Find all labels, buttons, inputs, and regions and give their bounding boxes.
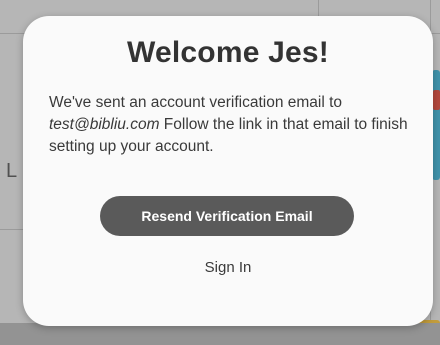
message-prefix: We've sent an account verification email… [49, 94, 343, 111]
sign-in-link[interactable]: Sign In [23, 259, 433, 276]
dialog-title: Welcome Jes! [127, 36, 329, 69]
email-address: test@bibliu.com [49, 116, 160, 133]
verification-dialog: Welcome Jes! We've sent an account verif… [23, 16, 433, 326]
dialog-message: We've sent an account verification email… [49, 92, 419, 158]
resend-verification-button[interactable]: Resend Verification Email [100, 196, 354, 236]
